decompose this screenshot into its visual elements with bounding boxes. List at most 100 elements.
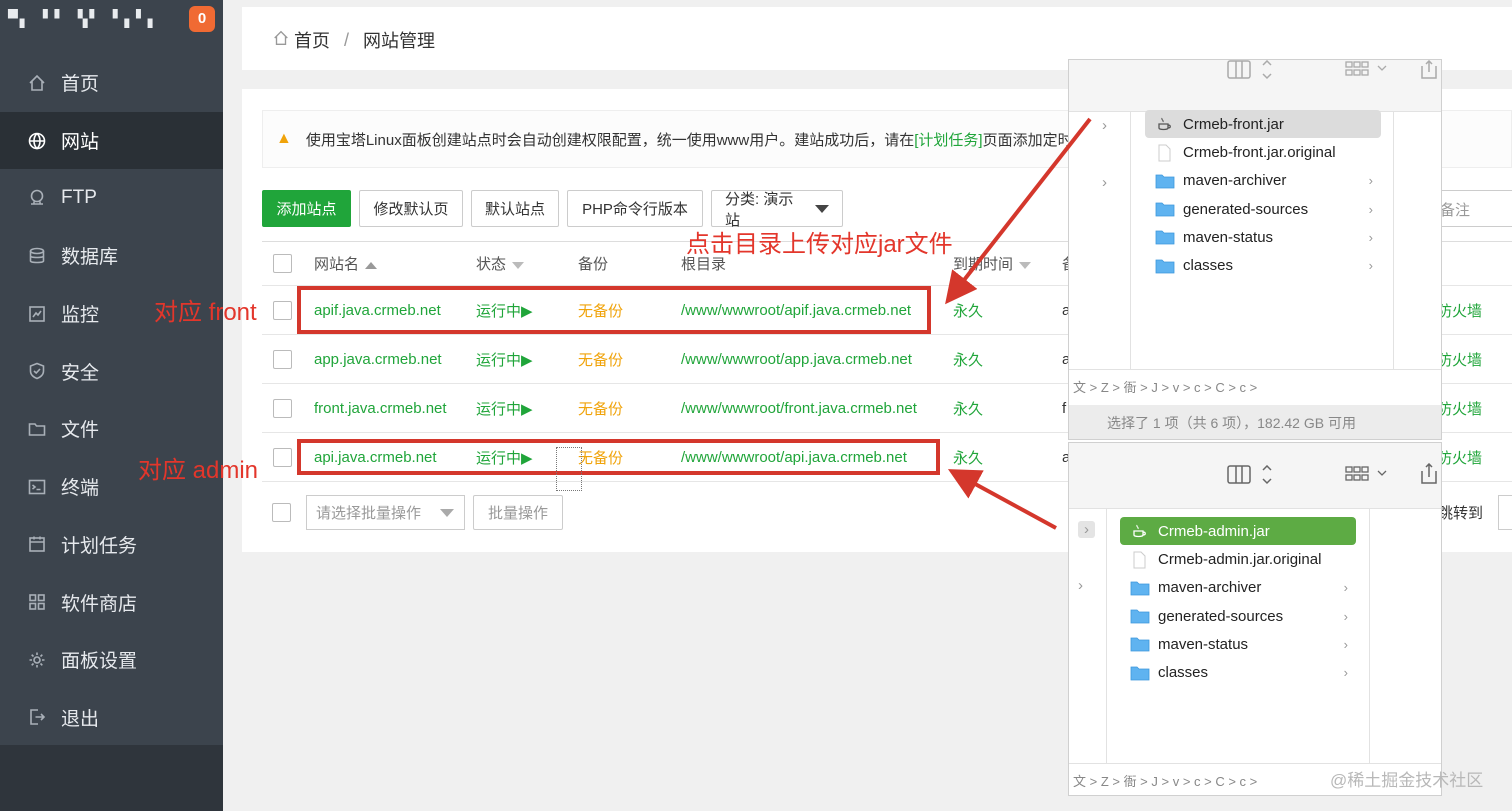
sidebar-item-settings[interactable]: 面板设置 <box>0 631 223 689</box>
edit-default-page-button[interactable]: 修改默认页 <box>359 190 463 227</box>
default-site-button[interactable]: 默认站点 <box>471 190 559 227</box>
home-icon <box>26 72 48 94</box>
row-checkbox[interactable] <box>273 447 292 467</box>
file-item[interactable]: Crmeb-admin.jar.original <box>1120 545 1356 573</box>
row-checkbox[interactable] <box>273 349 292 369</box>
group-view-icon[interactable] <box>1345 465 1389 485</box>
sort-icon <box>1019 261 1032 269</box>
share-icon[interactable] <box>1419 463 1439 485</box>
watermark: @稀土掘金技术社区 <box>1330 771 1484 790</box>
folder-item[interactable]: classes › <box>1145 251 1381 279</box>
batch-operation-button[interactable]: 批量操作 <box>473 495 563 530</box>
file-name: Crmeb-admin.jar.original <box>1158 550 1322 568</box>
file-item[interactable]: Crmeb-front.jar.original <box>1145 138 1381 166</box>
folder-item[interactable]: maven-archiver › <box>1145 167 1381 195</box>
finder-window-front: › › Crmeb-front.jar Crmeb-front.jar.orig… <box>1068 59 1442 440</box>
site-name-link[interactable]: app.java.crmeb.net <box>314 334 476 384</box>
firewall-link[interactable]: 防火墙 <box>1437 383 1512 433</box>
chevron-right-icon: › <box>1343 580 1348 596</box>
site-root-link[interactable]: /www/wwwroot/app.java.crmeb.net <box>681 334 953 384</box>
batch-checkbox[interactable] <box>272 503 291 522</box>
sidebar-item-label: 首页 <box>61 74 100 96</box>
folder-item[interactable]: classes › <box>1120 658 1356 686</box>
group-view-icon[interactable] <box>1345 60 1389 80</box>
finder-column-divider <box>1393 112 1394 369</box>
sidebar-item-home[interactable]: 首页 <box>0 54 223 112</box>
row-checkbox[interactable] <box>273 300 292 320</box>
logout-icon <box>26 706 48 728</box>
folder-icon <box>1130 636 1150 652</box>
file-name: Crmeb-front.jar <box>1183 115 1284 133</box>
select-all-checkbox[interactable] <box>273 254 292 273</box>
chevron-right-icon: › <box>1102 174 1107 191</box>
site-expire[interactable]: 永久 <box>953 334 1062 384</box>
site-backup[interactable]: 无备份 <box>578 334 681 384</box>
chevron-right-icon: › <box>1368 173 1373 189</box>
site-backup[interactable]: 无备份 <box>578 383 681 433</box>
sidebar-item-store[interactable]: 软件商店 <box>0 573 223 631</box>
column-header-name[interactable]: 网站名 <box>314 241 476 286</box>
finder-status-bar: 选择了 1 项（共 6 项），182.42 GB 可用 <box>1069 405 1441 439</box>
file-item-jar[interactable]: Crmeb-front.jar <box>1145 110 1381 139</box>
batch-operation-select[interactable]: 请选择批量操作 <box>306 495 465 530</box>
sidebar-item-ftp[interactable]: FTP <box>0 169 223 227</box>
column-view-icon[interactable] <box>1227 465 1275 485</box>
firewall-link[interactable]: 防火墙 <box>1437 334 1512 384</box>
share-icon[interactable] <box>1419 60 1439 80</box>
drag-selection-marker <box>556 447 582 491</box>
folder-item[interactable]: maven-archiver › <box>1120 574 1356 602</box>
file-item-jar[interactable]: Crmeb-admin.jar <box>1120 517 1356 546</box>
site-root-link[interactable]: /www/wwwroot/front.java.crmeb.net <box>681 383 953 433</box>
sidebar-item-cron[interactable]: 计划任务 <box>0 516 223 574</box>
row-checkbox[interactable] <box>273 398 292 418</box>
chevron-right-icon: › <box>1343 665 1348 681</box>
file-name: maven-status <box>1183 228 1274 246</box>
column-view-icon[interactable] <box>1227 60 1275 80</box>
finder-file-list: Crmeb-front.jar Crmeb-front.jar.original… <box>1145 110 1381 280</box>
category-select[interactable]: 分类: 演示站 <box>711 190 843 229</box>
column-header-status[interactable]: 状态 <box>476 241 578 286</box>
site-name-link[interactable]: front.java.crmeb.net <box>314 383 476 433</box>
folder-item[interactable]: generated-sources › <box>1120 602 1356 630</box>
finder-path-bar[interactable]: 文 > Z > 衙 > J > v > c > C > c > <box>1069 369 1441 403</box>
site-status[interactable]: 运行中▶ <box>476 383 578 433</box>
column-header-expire[interactable]: 到期时间 <box>953 241 1062 286</box>
site-expire[interactable]: 永久 <box>953 432 1062 482</box>
folder-item[interactable]: generated-sources › <box>1145 195 1381 223</box>
cron-link[interactable]: [计划任务] <box>914 129 982 150</box>
jump-page-input[interactable] <box>1498 495 1512 530</box>
sort-asc-icon <box>365 261 378 269</box>
sidebar-item-website[interactable]: 网站 <box>0 111 223 170</box>
site-expire[interactable]: 永久 <box>953 383 1062 433</box>
sidebar: ▀▖ ▘▘ ▚▘ ▘▖▘▖ 0 首页 网站 FTP 数据库 监控 安全 文件 终… <box>0 0 223 811</box>
home-icon[interactable] <box>272 29 294 52</box>
sidebar-item-logout[interactable]: 退出 <box>0 689 223 747</box>
sidebar-item-security[interactable]: 安全 <box>0 342 223 400</box>
file-name: generated-sources <box>1183 200 1309 218</box>
site-status[interactable]: 运行中▶ <box>476 334 578 384</box>
annotation-front: 对应 front <box>154 299 257 326</box>
warning-icon: ▲ <box>276 130 292 147</box>
breadcrumb-home[interactable]: 首页 <box>294 27 330 53</box>
sidebar-item-label: 安全 <box>61 362 100 384</box>
add-site-button[interactable]: 添加站点 <box>262 190 351 227</box>
sidebar-item-database[interactable]: 数据库 <box>0 227 223 285</box>
ftp-icon <box>26 187 48 209</box>
highlight-admin-row <box>297 439 940 475</box>
notification-badge[interactable]: 0 <box>189 6 215 32</box>
sidebar-footer <box>0 745 223 811</box>
file-name: maven-archiver <box>1183 172 1287 190</box>
folder-icon <box>1130 665 1150 681</box>
firewall-link[interactable]: 防火墙 <box>1437 432 1512 482</box>
folder-item[interactable]: maven-status › <box>1145 223 1381 251</box>
folder-icon <box>1130 580 1150 596</box>
chevron-right-icon: › <box>1368 258 1373 274</box>
php-cli-version-button[interactable]: PHP命令行版本 <box>567 190 703 227</box>
firewall-link[interactable]: 防火墙 <box>1437 285 1512 335</box>
breadcrumb: 首页 / 网站管理 <box>272 27 435 53</box>
site-expire[interactable]: 永久 <box>953 285 1062 335</box>
java-jar-icon <box>1130 523 1150 539</box>
sidebar-item-label: 退出 <box>61 708 100 730</box>
folder-item[interactable]: maven-status › <box>1120 630 1356 658</box>
server-ip-text: ▀▖ ▘▘ ▚▘ ▘▖▘▖ <box>8 9 160 28</box>
